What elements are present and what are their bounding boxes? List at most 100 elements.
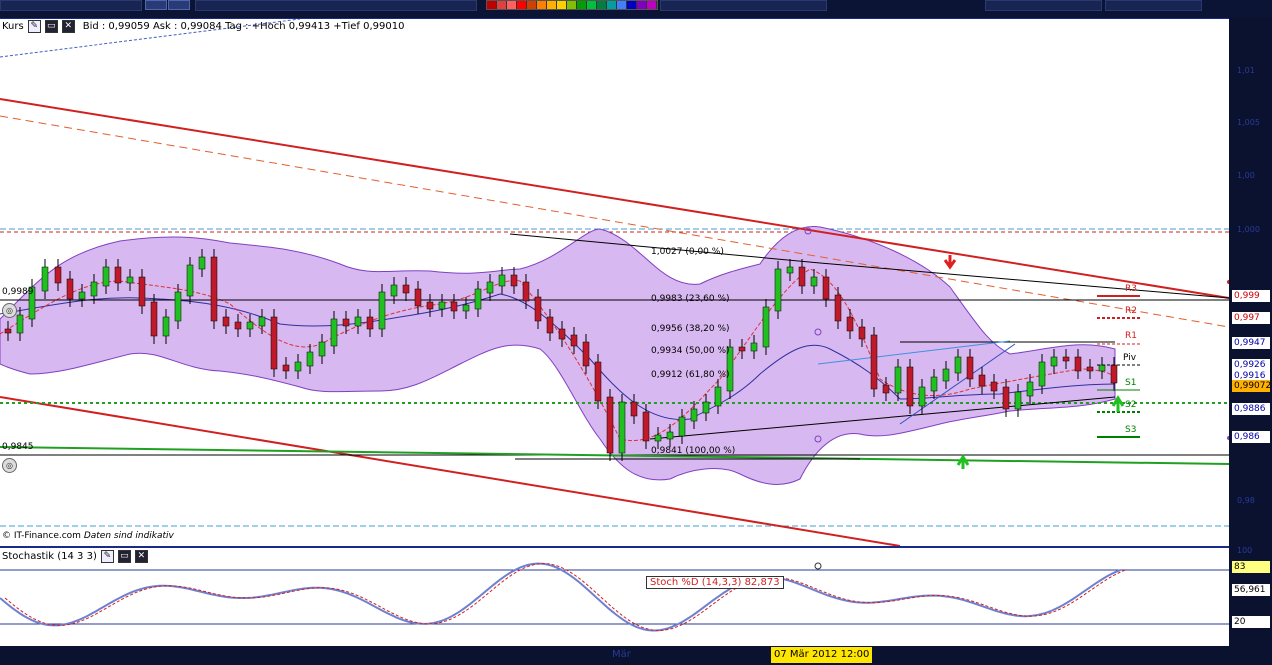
axis-price-tag: 0,999	[1232, 290, 1270, 302]
candle-body	[570, 334, 578, 347]
palette-swatch[interactable]	[637, 1, 647, 9]
axis-price-tag: 0,986	[1232, 431, 1270, 443]
candle-body	[798, 266, 806, 287]
candle-body	[330, 318, 338, 347]
candle-body	[846, 316, 854, 332]
candle-body	[870, 334, 878, 390]
stoch-pane-header: Stochastik (14 3 3) ✎ ▭ ✕	[2, 550, 148, 563]
candle-body	[1110, 364, 1118, 384]
price-label: 0,9845	[2, 442, 34, 452]
candle-body	[414, 288, 422, 307]
palette-swatch[interactable]	[507, 1, 517, 9]
candle-body	[714, 386, 722, 407]
candle-body	[54, 266, 62, 284]
candle-body	[258, 316, 266, 327]
palette-swatch[interactable]	[587, 1, 597, 9]
pivot-label-r1: R1	[1125, 331, 1137, 341]
candle-body	[618, 401, 626, 454]
color-palette[interactable]	[486, 0, 658, 10]
axis-month-label: Mär	[612, 649, 631, 660]
toolbar-button[interactable]	[168, 0, 190, 10]
window-icon[interactable]: ▭	[44, 20, 58, 33]
fib-label: 0,9956 (38,20 %)	[651, 324, 730, 334]
candle-body	[1062, 356, 1070, 362]
bid-ask-text: Bid : 0,99059 Ask : 0,99084 Tag : +Hoch …	[82, 21, 405, 32]
pivot-label-r2: R2	[1125, 306, 1137, 316]
axis-tick: 1,01	[1237, 66, 1255, 75]
candle-body	[162, 316, 170, 337]
fib-label: 0,9983 (23,60 %)	[651, 294, 730, 304]
candle-body	[858, 326, 866, 340]
source-text: © IT-Finance.com	[2, 531, 81, 541]
axis-tick: 1,005	[1237, 118, 1260, 127]
candle-body	[1014, 391, 1022, 410]
window-icon[interactable]: ▭	[117, 550, 131, 563]
candle-body	[222, 316, 230, 327]
candle-body	[690, 408, 698, 422]
candle-body	[930, 376, 938, 392]
candle-body	[750, 342, 758, 352]
price-axis[interactable]: 1,01 1,005 1,00 1,000 0,98 100	[1229, 18, 1272, 646]
pivot-label-s2: S2	[1125, 400, 1137, 410]
candle-body	[762, 306, 770, 348]
close-icon[interactable]: ✕	[134, 550, 148, 563]
alarm-icon[interactable]: ◎	[2, 303, 17, 318]
close-icon[interactable]: ✕	[61, 20, 75, 33]
axis-price-tag-current: 0,99072	[1232, 380, 1272, 392]
candle-body	[390, 284, 398, 297]
candle-body	[654, 434, 662, 442]
axis-price-tag: 0,9947	[1232, 337, 1270, 349]
palette-swatch[interactable]	[567, 1, 577, 9]
alarm-icon[interactable]: ◎	[2, 458, 17, 473]
candle-body	[1038, 361, 1046, 387]
palette-swatch[interactable]	[517, 1, 527, 9]
candle-body	[462, 304, 470, 312]
fib-label: 0,9934 (50,00 %)	[651, 346, 730, 356]
candle-body	[150, 301, 158, 337]
palette-swatch[interactable]	[577, 1, 587, 9]
axis-price-tag: 0,997	[1232, 312, 1270, 324]
candle-body	[606, 396, 614, 454]
stochastic-pane[interactable]: Stochastik (14 3 3) ✎ ▭ ✕ Stoch %D (14,3…	[0, 546, 1229, 648]
candle-body	[354, 316, 362, 327]
palette-swatch[interactable]	[617, 1, 627, 9]
toolbar-segment	[660, 0, 827, 11]
candle-body	[558, 328, 566, 340]
palette-swatch[interactable]	[627, 1, 637, 9]
axis-tick: 0,98	[1237, 496, 1255, 505]
stoch-d-line	[4, 563, 1126, 631]
wrench-icon[interactable]: ✎	[100, 550, 114, 563]
toolbar-button[interactable]	[145, 0, 167, 10]
stoch-axis-tag: 56,961	[1232, 584, 1270, 596]
palette-swatch[interactable]	[527, 1, 537, 9]
buy-arrow-icon	[956, 454, 970, 469]
palette-swatch[interactable]	[487, 1, 497, 9]
stochastic-svg	[0, 562, 1229, 632]
price-chart-svg	[0, 19, 1229, 546]
candle-body	[498, 274, 506, 287]
palette-swatch[interactable]	[647, 1, 657, 9]
candle-body	[234, 321, 242, 330]
time-axis[interactable]: Mär 07 Mär 2012 12:00	[0, 646, 1272, 665]
candle-body	[342, 318, 350, 327]
candle-body	[522, 281, 530, 302]
price-chart-pane[interactable]: Kurs ✎ ▭ ✕ Bid : 0,99059 Ask : 0,99084 T…	[0, 18, 1229, 546]
candle-body	[486, 281, 494, 294]
palette-swatch[interactable]	[557, 1, 567, 9]
palette-swatch[interactable]	[537, 1, 547, 9]
stoch-axis-tag: 20	[1232, 616, 1270, 628]
candle-body	[402, 284, 410, 294]
candle-body	[378, 291, 386, 330]
palette-swatch[interactable]	[497, 1, 507, 9]
buy-arrow-icon	[1111, 395, 1125, 412]
palette-swatch[interactable]	[547, 1, 557, 9]
palette-swatch[interactable]	[607, 1, 617, 9]
palette-swatch[interactable]	[597, 1, 607, 9]
wrench-icon[interactable]: ✎	[27, 20, 41, 33]
pivot-label-s1: S1	[1125, 378, 1137, 388]
candle-body	[318, 341, 326, 357]
candle-body	[822, 276, 830, 300]
candle-body	[41, 266, 49, 292]
candle-body	[270, 316, 278, 370]
candle-body	[126, 276, 134, 284]
